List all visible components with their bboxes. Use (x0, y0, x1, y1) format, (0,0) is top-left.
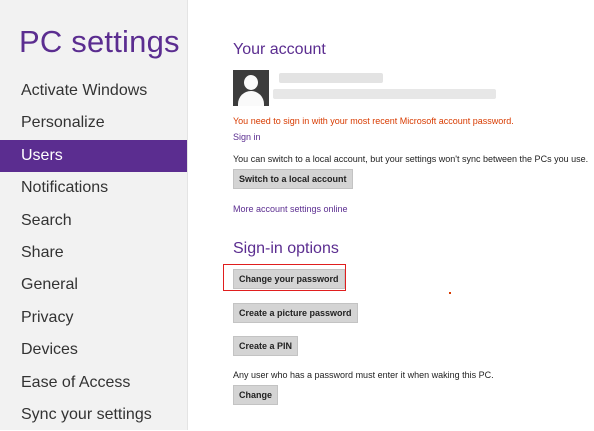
sidebar-item-personalize[interactable]: Personalize (0, 107, 187, 139)
sign-in-link[interactable]: Sign in (233, 132, 261, 142)
sidebar-item-notifications[interactable]: Notifications (0, 172, 187, 204)
password-policy-text: Any user who has a password must enter i… (233, 370, 494, 380)
your-account-heading: Your account (233, 41, 326, 58)
switch-to-local-account-button[interactable]: Switch to a local account (233, 169, 353, 189)
sidebar-item-general[interactable]: General (0, 269, 187, 301)
more-account-settings-link[interactable]: More account settings online (233, 204, 348, 214)
sidebar: PC settings Activate Windows Personalize… (0, 0, 188, 430)
main-content: Your account You need to sign in with yo… (223, 0, 594, 430)
password-warning: You need to sign in with your most recen… (233, 116, 514, 126)
sidebar-nav: Activate Windows Personalize Users Notif… (0, 75, 187, 431)
sidebar-item-devices[interactable]: Devices (0, 334, 187, 366)
sidebar-item-activate-windows[interactable]: Activate Windows (0, 75, 187, 107)
change-password-button[interactable]: Change your password (233, 269, 345, 289)
account-name-redacted (279, 73, 383, 83)
account-email-redacted (273, 89, 496, 99)
local-account-info: You can switch to a local account, but y… (233, 154, 589, 164)
create-picture-password-button[interactable]: Create a picture password (233, 303, 358, 323)
change-policy-button[interactable]: Change (233, 385, 279, 405)
sidebar-item-users[interactable]: Users (0, 139, 187, 173)
sidebar-item-search[interactable]: Search (0, 205, 187, 237)
annotation-dot (449, 292, 451, 294)
sidebar-item-ease-of-access[interactable]: Ease of Access (0, 367, 187, 399)
sidebar-item-share[interactable]: Share (0, 237, 187, 269)
user-avatar-icon (233, 70, 269, 106)
sign-in-options-heading: Sign-in options (233, 240, 339, 257)
create-pin-button[interactable]: Create a PIN (233, 336, 299, 356)
account-info (233, 70, 563, 106)
sidebar-item-privacy[interactable]: Privacy (0, 302, 187, 334)
sidebar-item-sync-settings[interactable]: Sync your settings (0, 399, 187, 431)
app-title: PC settings (19, 24, 180, 59)
